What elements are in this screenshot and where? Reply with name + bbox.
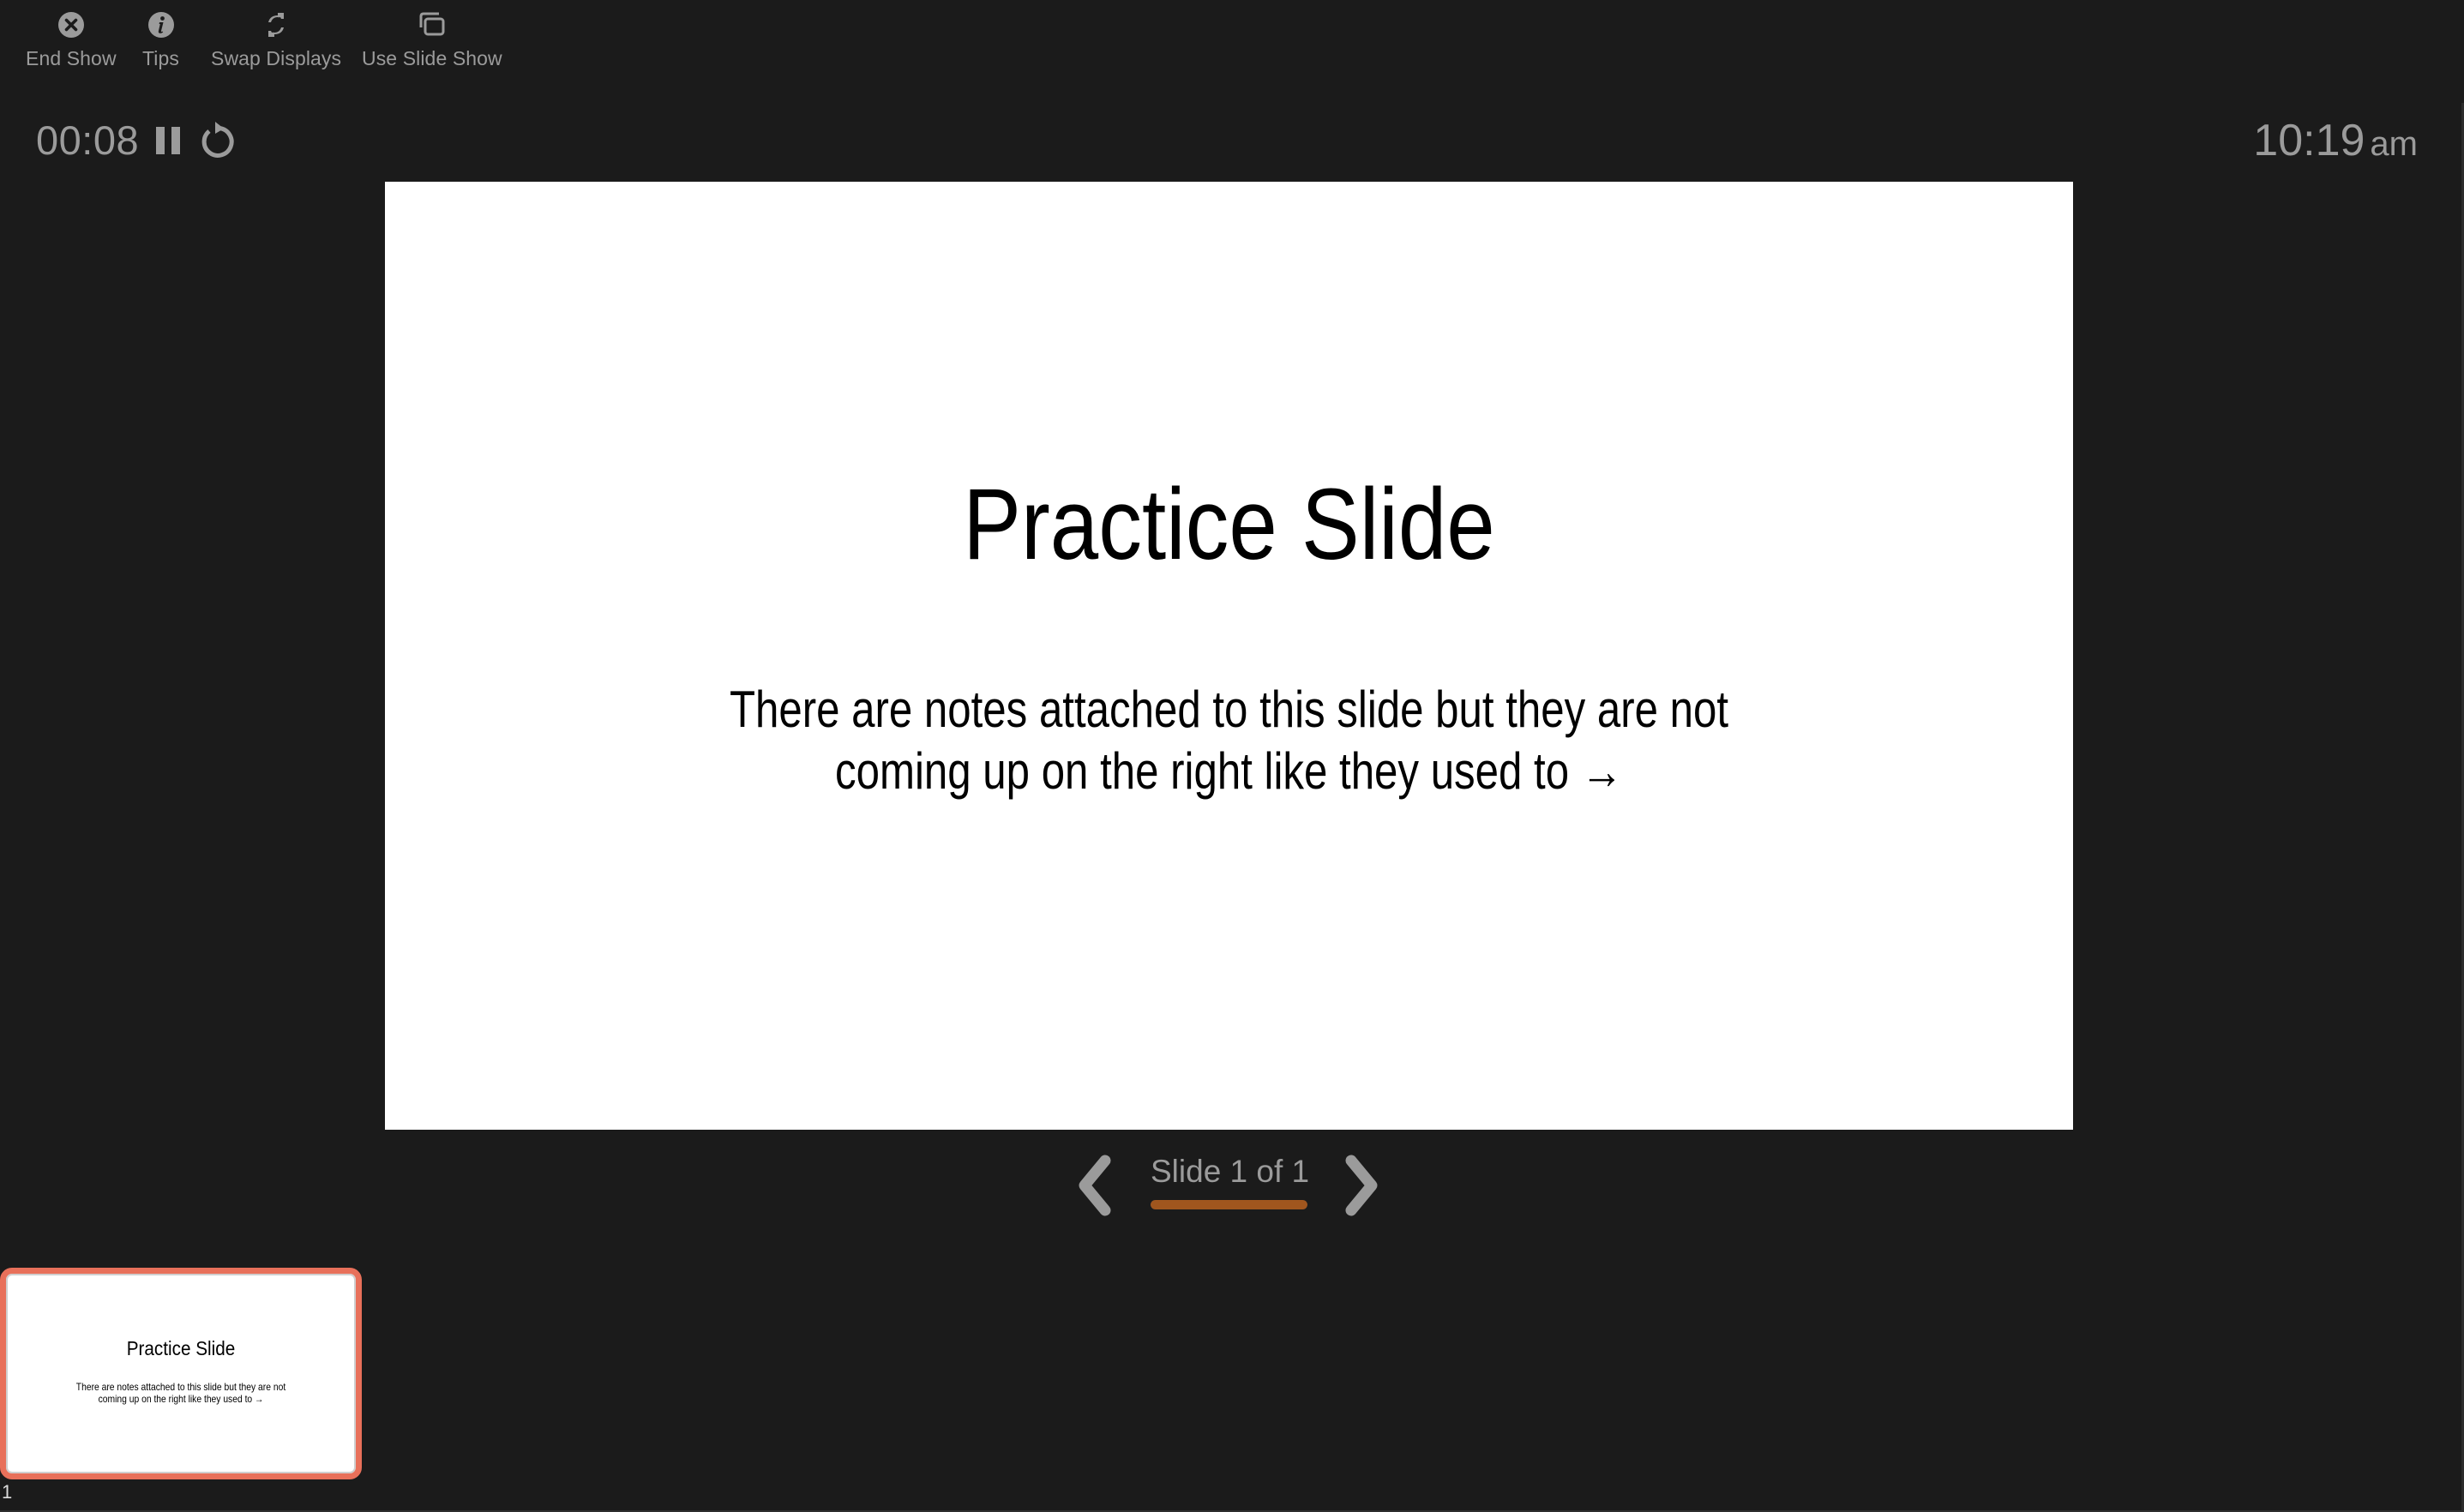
windows-icon [419, 12, 445, 36]
slide-navigation: Slide 1 of 1 [0, 1149, 2464, 1226]
slide-body-line-2: coming up on the right like they used to… [835, 742, 1623, 800]
reset-icon[interactable] [197, 121, 235, 159]
current-slide[interactable]: Practice Slide There are notes attached … [385, 182, 2073, 1130]
chevron-left-icon[interactable] [1076, 1154, 1114, 1217]
use-slide-show-label: Use Slide Show [362, 47, 502, 69]
end-show-label: End Show [26, 47, 117, 69]
slide-progress-bar [1151, 1200, 1307, 1209]
thumbnail-number: 1 [2, 1481, 13, 1503]
clock-period: am [2370, 125, 2418, 163]
use-slide-show-button[interactable]: Use Slide Show [362, 10, 502, 70]
slide-counter: Slide 1 of 1 [1151, 1154, 1310, 1189]
close-circle-icon [57, 12, 84, 38]
thumbnail-body-line-2: coming up on the right like they used to… [98, 1393, 264, 1405]
tips-label: Tips [142, 47, 179, 69]
slide-progress-fill [1151, 1200, 1307, 1209]
slide-title: Practice Slide [963, 468, 1495, 581]
chevron-right-icon[interactable] [1343, 1154, 1380, 1217]
end-show-button[interactable]: End Show [26, 10, 117, 70]
elapsed-time: 00:08 [36, 117, 140, 163]
swap-icon [268, 13, 285, 37]
elapsed-timer: 00:08 [36, 117, 235, 164]
clock-time: 10:19 [2253, 116, 2365, 165]
thumbnail-title: Practice Slide [126, 1337, 236, 1359]
tips-button[interactable]: Tips [142, 10, 179, 70]
slide-body-line-1: There are notes attached to this slide b… [729, 681, 1729, 738]
thumbnail-body-line-1: There are notes attached to this slide b… [75, 1381, 286, 1393]
slide-body: There are notes attached to this slide b… [537, 679, 1921, 802]
current-time: 10:19 am [2253, 115, 2418, 166]
pause-icon[interactable] [156, 126, 182, 154]
swap-displays-label: Swap Displays [211, 47, 342, 69]
thumbnail-body: There are notes attached to this slide b… [31, 1381, 332, 1405]
info-icon [147, 12, 174, 38]
swap-displays-button[interactable]: Swap Displays [211, 10, 341, 70]
slide-thumbnail[interactable]: Practice Slide There are notes attached … [0, 1268, 362, 1479]
